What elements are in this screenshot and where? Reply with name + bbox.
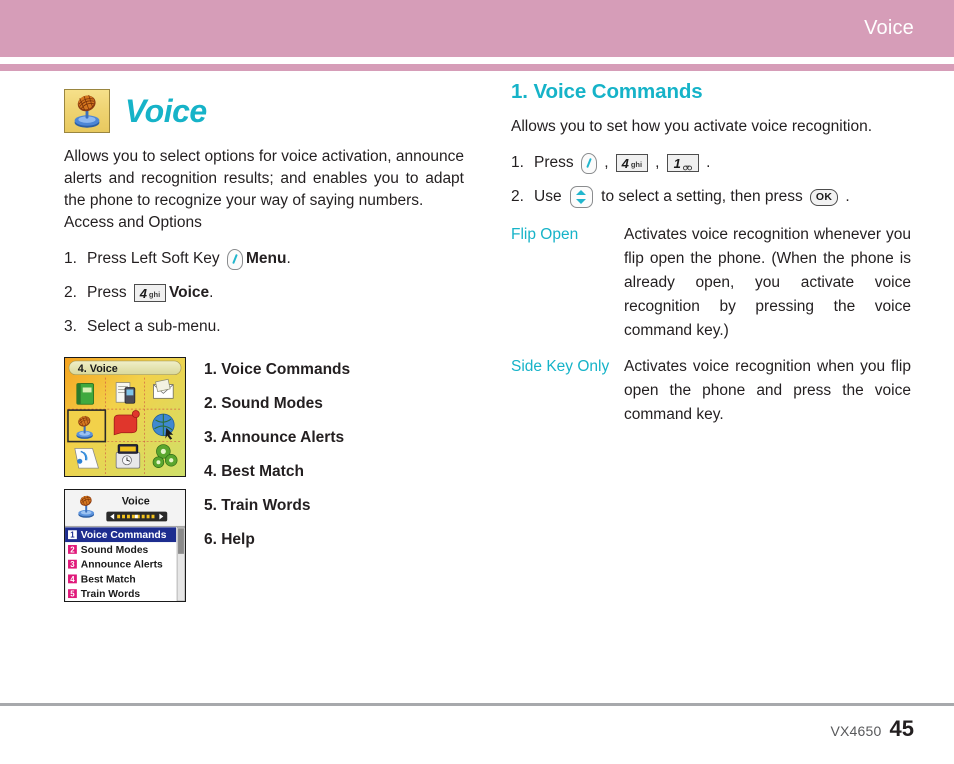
footer: VX4650 45 xyxy=(830,716,914,742)
phone-menu-grid-screenshot: 4. Voice xyxy=(64,357,186,477)
step-2: 2. Press 4 ghi Voice . xyxy=(64,281,464,305)
right-step-2-mid: to select a setting, then press xyxy=(596,188,808,205)
svg-text:4. Voice: 4. Voice xyxy=(78,363,118,375)
right-step-1: 1. Press , 4 ghi , 1 . xyxy=(511,151,911,175)
svg-text:Voice: Voice xyxy=(122,496,150,508)
figures-and-menu-block: 4. Voice Voice 1 Voice Commands 2 Sound … xyxy=(64,357,464,602)
step-2-number: 2. xyxy=(64,284,77,301)
navigation-up-down-key-icon xyxy=(569,186,593,208)
right-step-2: 2. Use to select a setting, then press O… xyxy=(511,185,911,209)
voice-commands-steps: 1. Press , 4 ghi , 1 . 2. Use to select … xyxy=(511,151,911,209)
list-item: 5. Train Words xyxy=(204,497,311,514)
key-4-letters: ghi xyxy=(630,160,643,170)
header-divider-bar xyxy=(0,64,954,71)
step-3-number: 3. xyxy=(64,318,77,335)
list-item: 4. Best Match xyxy=(204,463,304,480)
section-intro-paragraph: Allows you to select options for voice a… xyxy=(64,148,464,209)
manual-page: Voice Voice Allows you to select options… xyxy=(0,0,954,764)
definition-description: Activates voice recognition whenever you… xyxy=(624,226,911,339)
phone-voice-menu-screenshot: Voice 1 Voice Commands 2 Sound Modes 3 A… xyxy=(64,489,186,602)
step-1-menu-label: Menu xyxy=(245,250,287,267)
chevron-up-icon xyxy=(576,190,587,195)
list-item: 1. Voice Commands xyxy=(204,361,351,378)
access-steps-list: 1. Press Left Soft Key Menu . 2. Press 4… xyxy=(64,247,464,339)
right-step-2-number: 2. xyxy=(511,188,524,205)
settings-definition-list: Flip Open Activates voice recognition wh… xyxy=(511,223,911,427)
right-step-2-tail: . xyxy=(841,188,850,205)
left-soft-key-icon xyxy=(226,248,243,270)
footer-divider xyxy=(0,703,954,706)
svg-text:Announce Alerts: Announce Alerts xyxy=(81,560,163,571)
right-step-1-label: Press xyxy=(534,154,578,171)
header-title: Voice xyxy=(864,17,914,39)
step-1-number: 1. xyxy=(64,250,77,267)
svg-text:Sound Modes: Sound Modes xyxy=(81,545,149,556)
section-title-text: Voice xyxy=(125,93,207,129)
page-number: 45 xyxy=(889,716,914,741)
definition-description: Activates voice recognition when you fli… xyxy=(624,358,911,423)
voice-commands-intro: Allows you to set how you activate voice… xyxy=(511,118,872,135)
left-soft-key-icon xyxy=(580,152,597,174)
svg-text:2: 2 xyxy=(70,545,75,554)
definition-side-key-only: Side Key Only Activates voice recognitio… xyxy=(511,355,911,427)
voicemail-glyph-icon xyxy=(682,161,692,171)
right-step-1-sep-2: , xyxy=(650,154,664,171)
page-header-band: Voice xyxy=(0,0,954,57)
key-4-ghi-icon: 4 ghi xyxy=(133,284,166,302)
step-3-text: Select a sub-menu. xyxy=(87,318,221,335)
right-step-1-sep-1: , xyxy=(599,154,613,171)
step-3: 3. Select a sub-menu. xyxy=(64,315,464,339)
definition-term: Flip Open xyxy=(511,226,579,243)
submenu-list: 1. Voice Commands 2. Sound Modes 3. Anno… xyxy=(204,361,454,565)
step-2-voice-label: Voice xyxy=(168,284,210,301)
list-item: 6. Help xyxy=(204,531,255,548)
right-step-1-tail: . xyxy=(701,154,711,171)
step-1: 1. Press Left Soft Key Menu . xyxy=(64,247,464,271)
access-and-options-subheading: Access and Options xyxy=(64,214,202,231)
right-step-1-number: 1. xyxy=(511,154,524,171)
svg-text:Voice Commands: Voice Commands xyxy=(81,530,167,541)
definition-flip-open: Flip Open Activates voice recognition wh… xyxy=(511,223,911,343)
definition-term: Side Key Only xyxy=(511,358,610,375)
device-model-label: VX4650 xyxy=(830,723,882,739)
left-column: Voice Allows you to select options for v… xyxy=(64,88,464,602)
svg-text:3: 3 xyxy=(70,560,75,569)
list-item: 3. Announce Alerts xyxy=(204,429,345,446)
svg-text:1: 1 xyxy=(70,531,75,540)
key-4-digit: 4 xyxy=(139,285,147,301)
svg-text:Train Words: Train Words xyxy=(81,589,141,600)
step-1-text-before: Press Left Soft Key xyxy=(87,250,224,267)
key-1-digit: 1 xyxy=(673,155,681,171)
key-4-ghi-icon: 4 ghi xyxy=(615,154,648,172)
step-2-period: . xyxy=(209,284,214,301)
chevron-down-icon xyxy=(576,199,587,204)
section-title: Voice xyxy=(64,88,464,134)
ok-key-icon: OK xyxy=(810,188,839,206)
key-4-digit: 4 xyxy=(621,155,629,171)
key-1-voicemail-icon: 1 xyxy=(666,154,699,172)
key-4-letters: ghi xyxy=(148,290,161,300)
page-title: 1. Voice Commands xyxy=(511,80,703,103)
svg-text:Best Match: Best Match xyxy=(81,574,136,585)
svg-text:5: 5 xyxy=(70,590,75,599)
list-item: 2. Sound Modes xyxy=(204,395,323,412)
step-1-period: . xyxy=(286,250,291,267)
microphone-icon xyxy=(64,89,110,133)
svg-text:4: 4 xyxy=(70,575,75,584)
right-column: 1. Voice Commands Allows you to set how … xyxy=(511,80,911,439)
step-2-text-before: Press xyxy=(87,284,131,301)
right-step-2-label: Use xyxy=(534,188,566,205)
